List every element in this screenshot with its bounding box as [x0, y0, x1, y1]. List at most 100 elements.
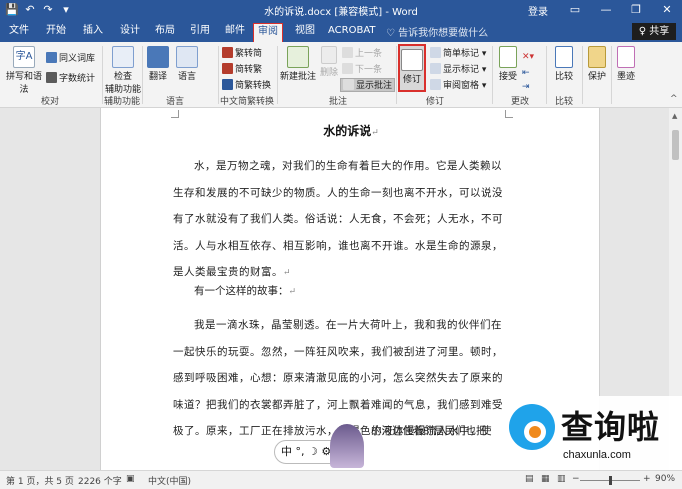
divider: [277, 46, 278, 104]
divider: [142, 46, 143, 104]
paragraph[interactable]: 水，是万物之魂，对我们的生命有着巨大的作用。它是人类赖以生存和发展的不可缺少的物…: [173, 153, 505, 287]
tab-layout[interactable]: 布局: [153, 24, 177, 42]
reject-button[interactable]: ✕▾: [522, 50, 534, 64]
tab-design[interactable]: 设计: [118, 24, 142, 42]
title-bar: 💾 ↶ ↷ ▾ 水的诉说.docx [兼容模式] - Word 登录 ▭ — ❐…: [0, 0, 682, 20]
tab-file[interactable]: 文件: [8, 24, 30, 42]
watermark: 查询啦 chaxunla.com: [503, 396, 682, 470]
show-comments-button[interactable]: 显示批注: [340, 78, 396, 92]
ribbon-display-icon[interactable]: ▭: [560, 0, 590, 20]
chinese-convert-button[interactable]: 简繁转换: [222, 79, 271, 93]
paragraph[interactable]: 有一个这样的故事：↵: [173, 278, 505, 306]
next-comment-button[interactable]: 下一条: [342, 63, 382, 77]
compare-button[interactable]: 比较: [550, 46, 578, 82]
divider: [611, 46, 612, 104]
group-label-comments: 批注: [328, 97, 347, 107]
ribbon-review: 字A 拼写和语法 同义词库 字数统计 校对 检查 辅助功能 辅助功能 翻译 语言…: [0, 42, 682, 108]
watermark-url: chaxunla.com: [563, 449, 631, 461]
person-icon: ♀: [638, 26, 650, 37]
tab-insert[interactable]: 插入: [81, 24, 105, 42]
language-icon: [176, 46, 198, 68]
document-title[interactable]: 水的诉说↵: [101, 122, 601, 139]
convert-icon: [222, 79, 233, 90]
zoom-in-icon[interactable]: +: [643, 474, 651, 484]
divider: [582, 46, 583, 104]
accessibility-icon: [112, 46, 134, 68]
protect-button[interactable]: 保护: [585, 46, 609, 82]
group-label-compare: 比较: [554, 97, 573, 107]
word-count[interactable]: 2226 个字: [78, 474, 122, 487]
web-layout-icon[interactable]: ▥: [557, 474, 566, 484]
delete-comment-button[interactable]: 删除: [318, 46, 340, 78]
status-bar: 第 1 页，共 5 页 2226 个字 ▣ 中文(中国) ▤ ▦ ▥ − + 9…: [0, 470, 682, 489]
translate-button[interactable]: 翻译: [145, 46, 171, 82]
show-markup-icon: [430, 63, 441, 74]
margin-mark: [171, 110, 179, 118]
collapse-ribbon-icon[interactable]: ^: [670, 92, 678, 106]
close-icon[interactable]: ✕: [652, 0, 682, 20]
tab-review[interactable]: 审阅: [253, 23, 283, 42]
minimize-icon[interactable]: —: [591, 0, 621, 20]
new-comment-button[interactable]: 新建批注: [280, 46, 316, 82]
tab-home[interactable]: 开始: [44, 24, 68, 42]
markup-icon: [430, 47, 441, 58]
trad-to-simp-button[interactable]: 繁转简: [222, 47, 262, 61]
ink-icon: [617, 46, 635, 68]
prev-change-icon: ⇤: [522, 68, 530, 78]
divider: [492, 46, 493, 104]
accept-button[interactable]: 接受: [496, 46, 520, 82]
zoom-slider-thumb[interactable]: [609, 476, 612, 485]
ribbon-tabs: 文件 开始 插入 设计 布局 引用 邮件 审阅 视图 ACROBAT ♡ 告诉我…: [0, 20, 682, 42]
zoom-level[interactable]: 90%: [655, 474, 675, 484]
ime-avatar-image: [330, 424, 364, 468]
print-layout-icon[interactable]: ▦: [541, 474, 550, 484]
word-count-button[interactable]: 字数统计: [46, 72, 95, 86]
check-accessibility-button[interactable]: 检查 辅助功能: [104, 46, 142, 95]
reject-icon: ✕▾: [522, 52, 535, 62]
spelling-icon: 字A: [13, 46, 35, 68]
next-change-button[interactable]: ⇥: [522, 80, 530, 94]
lightbulb-icon: ♡: [386, 28, 399, 39]
read-mode-icon[interactable]: ▤: [525, 474, 534, 484]
delete-comment-icon: [321, 46, 337, 64]
accept-icon: [499, 46, 517, 68]
trad-simp-icon: [222, 47, 233, 58]
scroll-thumb[interactable]: [672, 130, 679, 160]
show-markup-dropdown[interactable]: 显示标记 ▾: [430, 63, 486, 77]
hide-ink-button[interactable]: 墨迹: [614, 46, 638, 82]
group-label-chinese-conversion: 中文简繁转换: [219, 97, 274, 107]
tab-view[interactable]: 视图: [293, 24, 317, 42]
divider: [546, 46, 547, 104]
group-label-changes: 更改: [510, 97, 529, 107]
share-button[interactable]: ♀ 共享: [632, 23, 676, 40]
tab-references[interactable]: 引用: [188, 24, 212, 42]
prev-change-button[interactable]: ⇤: [522, 66, 530, 80]
tab-acrobat[interactable]: ACROBAT: [328, 24, 376, 42]
thesaurus-button[interactable]: 同义词库: [46, 52, 95, 66]
lock-icon: [588, 46, 606, 68]
group-label-tracking: 修订: [425, 97, 444, 107]
divider: [396, 46, 397, 104]
group-label-proofing: 校对: [40, 97, 59, 107]
paragraph-continuation[interactable]: 小河边住着的居民们也把: [371, 418, 511, 445]
proofing-icon[interactable]: ▣: [126, 474, 135, 484]
track-changes-button[interactable]: 修订: [398, 44, 426, 92]
review-pane-dropdown[interactable]: 审阅窗格 ▾: [430, 79, 486, 93]
scroll-up-icon[interactable]: ▲: [672, 112, 677, 120]
tab-mailings[interactable]: 邮件: [223, 24, 247, 42]
search-logo-icon: [509, 404, 555, 450]
language-status[interactable]: 中文(中国): [148, 474, 191, 487]
page-count[interactable]: 第 1 页，共 5 页: [6, 474, 74, 487]
markup-display-dropdown[interactable]: 简单标记 ▾: [430, 47, 486, 61]
spelling-grammar-button[interactable]: 字A 拼写和语法: [4, 46, 44, 95]
zoom-out-icon[interactable]: −: [572, 474, 580, 484]
login-link[interactable]: 登录: [528, 3, 548, 18]
watermark-brand: 查询啦: [561, 408, 661, 446]
restore-icon[interactable]: ❐: [621, 0, 651, 20]
language-button[interactable]: 语言: [174, 46, 200, 82]
prev-comment-button[interactable]: 上一条: [342, 47, 382, 61]
tell-me-search[interactable]: ♡ 告诉我你想要做什么: [386, 24, 488, 39]
thesaurus-icon: [46, 52, 57, 63]
compare-icon: [555, 46, 573, 68]
simp-to-trad-button[interactable]: 简转繁: [222, 63, 262, 77]
